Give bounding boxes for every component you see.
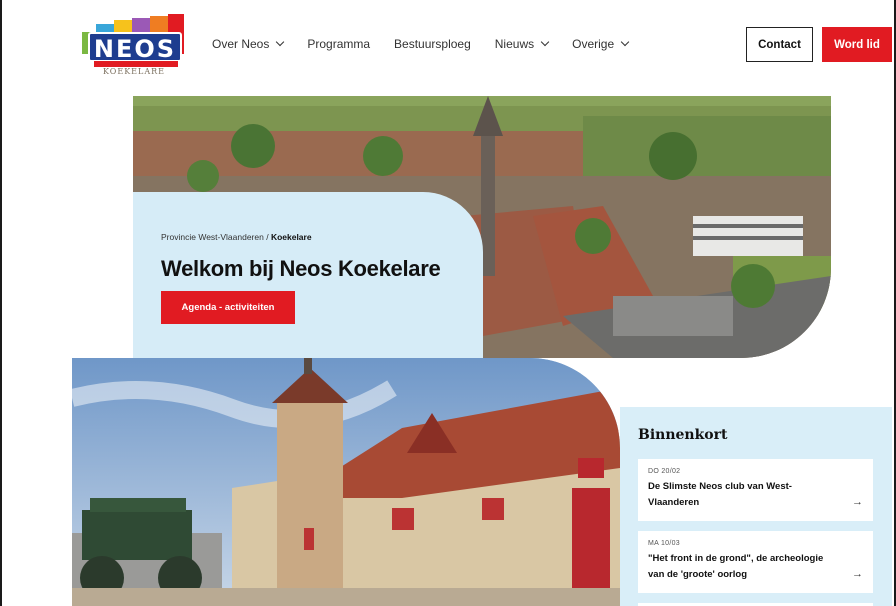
nav-nieuws[interactable]: Nieuws xyxy=(494,37,550,51)
page-title: Welkom bij Neos Koekelare xyxy=(161,256,441,281)
event-date: DO 20/02 xyxy=(648,468,681,475)
logo-city: KOEKELARE xyxy=(103,67,165,76)
nav-bestuursploeg-label: Bestuursploeg xyxy=(394,37,471,51)
breadcrumb: Provincie West-Vlaanderen / Koekelare xyxy=(161,232,312,242)
nav-over-neos-label: Over Neos xyxy=(212,37,270,51)
event-title: De Slimste Neos club van West-Vlaanderen xyxy=(648,481,792,508)
nav-bestuursploeg[interactable]: Bestuursploeg xyxy=(394,37,471,51)
neos-logo[interactable]: NEOS KOEKELARE xyxy=(80,14,188,80)
chevron-down-icon xyxy=(620,37,630,47)
arrow-right-icon: → xyxy=(852,496,863,508)
event-title: "Het front in de grond", de archeologie … xyxy=(648,553,824,580)
agenda-button[interactable]: Agenda - activiteiten xyxy=(161,291,295,324)
event-card[interactable]: MA 10/03 "Het front in de grond", de arc… xyxy=(638,531,873,593)
nav-overige-label: Overige xyxy=(572,37,615,51)
site-header: NEOS KOEKELARE Over Neos Programma Bestu… xyxy=(0,0,896,92)
event-date: MA 10/03 xyxy=(648,540,680,547)
breadcrumb-current: Koekelare xyxy=(270,232,312,242)
nav-programma-label: Programma xyxy=(307,37,371,51)
upcoming-title: Binnenkort xyxy=(638,427,728,443)
hero-card: Provincie West-Vlaanderen / Koekelare We… xyxy=(133,192,483,358)
breadcrumb-separator: / xyxy=(263,232,271,242)
chevron-down-icon xyxy=(540,37,550,47)
upcoming-panel: Binnenkort DO 20/02 De Slimste Neos club… xyxy=(620,407,892,606)
contact-button[interactable]: Contact xyxy=(746,27,813,62)
nav-programma[interactable]: Programma xyxy=(307,37,370,51)
nav-overige[interactable]: Overige xyxy=(572,37,630,51)
nav-nieuws-label: Nieuws xyxy=(494,37,535,51)
breadcrumb-parent[interactable]: Provincie West-Vlaanderen xyxy=(161,232,264,242)
join-button[interactable]: Word lid xyxy=(822,27,892,62)
logo-wordmark: NEOS xyxy=(88,32,182,63)
arrow-right-icon: → xyxy=(852,568,863,580)
chevron-down-icon xyxy=(276,37,285,47)
event-card[interactable]: DO 20/02 De Slimste Neos club van West-V… xyxy=(638,459,873,521)
town-building-image xyxy=(72,358,620,606)
nav-over-neos[interactable]: Over Neos xyxy=(212,37,285,51)
main-nav: Over Neos Programma Bestuursploeg Nieuws… xyxy=(212,37,652,51)
